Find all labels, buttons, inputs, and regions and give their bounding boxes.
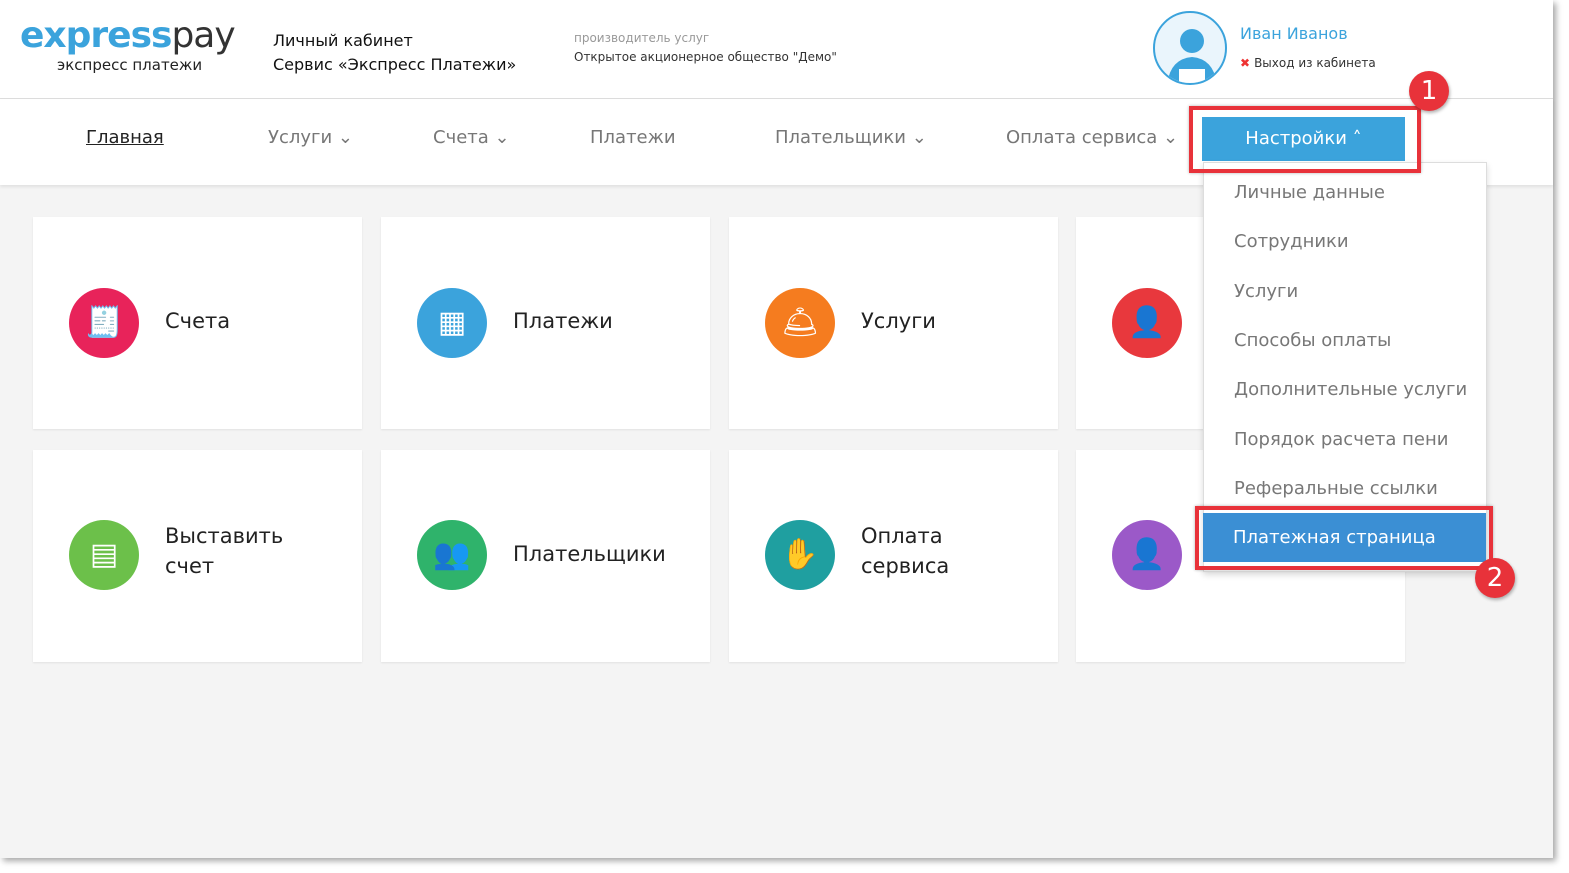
card-label: Оплата сервиса: [861, 524, 950, 578]
card-label: Выставить счет: [165, 524, 284, 578]
calculator-icon: ▦: [417, 288, 487, 358]
cash-register-icon: ▤: [69, 520, 139, 590]
card-label: Счета: [165, 309, 231, 333]
card-label: Платежи: [513, 309, 613, 333]
logo-pay: pay: [171, 15, 235, 56]
payment-hand-icon: ✋: [765, 520, 835, 590]
nav-invoices[interactable]: Счета ⌄: [433, 127, 510, 148]
menu-item-referral[interactable]: Реферальные ссылки: [1234, 478, 1438, 499]
menu-item-services[interactable]: Услуги: [1234, 281, 1298, 302]
group-icon: 👥: [417, 520, 487, 590]
provider-name: Открытое акционерное общество "Демо": [574, 50, 837, 64]
annotation-badge-2: 2: [1475, 558, 1515, 598]
nav-services[interactable]: Услуги ⌄: [268, 127, 353, 148]
menu-item-personal[interactable]: Личные данные: [1234, 182, 1385, 203]
card-services[interactable]: 🛎 Услуги: [729, 217, 1058, 429]
card-payments[interactable]: ▦ Платежи: [381, 217, 710, 429]
user-icon: 👤: [1112, 288, 1182, 358]
menu-item-payment-methods[interactable]: Способы оплаты: [1234, 330, 1391, 351]
highlight-box-1: [1189, 106, 1421, 173]
logout-label: Выход из кабинета: [1254, 56, 1376, 70]
employee-icon: 👤: [1112, 520, 1182, 590]
avatar: [1153, 11, 1227, 85]
card-label: Плательщики: [513, 542, 666, 566]
header: expresspay экспресс платежи Личный кабине…: [0, 0, 1553, 99]
nav-payments[interactable]: Платежи: [590, 127, 676, 148]
close-icon: ✖: [1240, 56, 1251, 70]
highlight-box-2: [1195, 506, 1493, 570]
card-payers[interactable]: 👥 Плательщики: [381, 450, 710, 662]
nav-home[interactable]: Главная: [86, 127, 164, 148]
service-bell-icon: 🛎: [765, 288, 835, 358]
user-name[interactable]: Иван Иванов: [1240, 24, 1348, 43]
logout-link[interactable]: ✖ Выход из кабинета: [1240, 56, 1376, 70]
menu-item-penalty[interactable]: Порядок расчета пени: [1234, 429, 1448, 450]
logo[interactable]: expresspay экспресс платежи: [20, 15, 236, 75]
menu-item-employees[interactable]: Сотрудники: [1234, 231, 1349, 252]
nav-payers[interactable]: Плательщики ⌄: [775, 127, 927, 148]
menu-item-extra-services[interactable]: Дополнительные услуги: [1234, 379, 1467, 400]
card-issue-invoice[interactable]: ▤ Выставить счет: [33, 450, 362, 662]
page: expresspay экспресс платежи Личный кабине…: [0, 0, 1553, 858]
card-invoices[interactable]: 🧾 Счета: [33, 217, 362, 429]
annotation-badge-1: 1: [1409, 71, 1449, 111]
card-service-payment[interactable]: ✋ Оплата сервиса: [729, 450, 1058, 662]
nav-service-payment[interactable]: Оплата сервиса ⌄: [1006, 127, 1178, 148]
card-label: Услуги: [861, 309, 936, 333]
provider-label: производитель услуг: [574, 31, 710, 45]
logo-subtitle: экспресс платежи: [57, 56, 203, 74]
service-name: Сервис «Экспресс Платежи»: [273, 55, 517, 74]
cabinet-title: Личный кабинет: [273, 31, 413, 50]
invoice-icon: 🧾: [69, 288, 139, 358]
logo-text: express: [20, 15, 172, 56]
